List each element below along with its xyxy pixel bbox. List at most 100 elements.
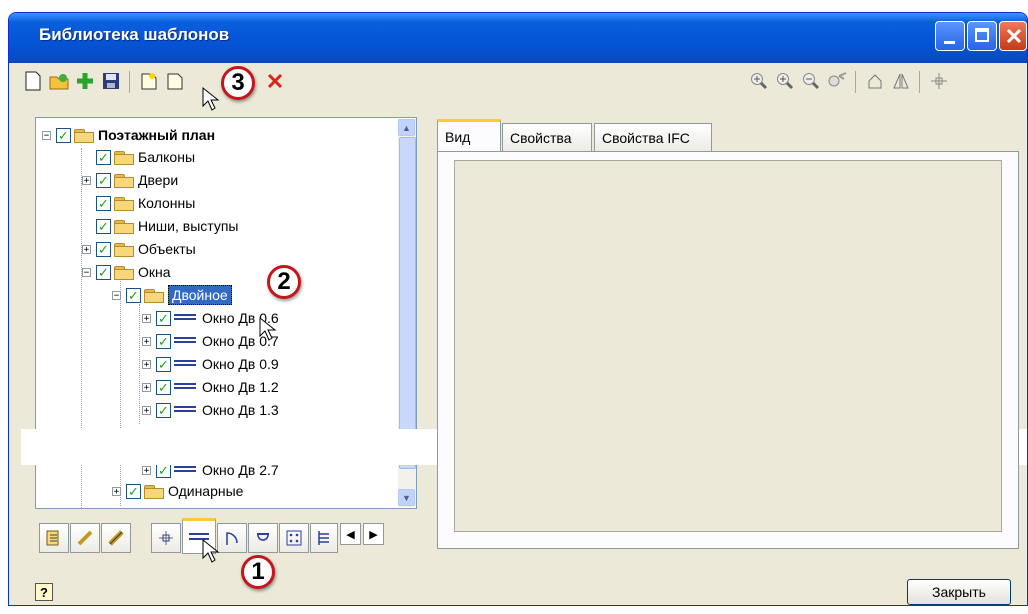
line-icon[interactable] [70,523,100,553]
checkbox[interactable]: ✓ [156,402,171,418]
scroll-up-button[interactable]: ▲ [398,119,415,136]
tab-scroll-left-icon[interactable]: ◀ [340,523,361,545]
collapse-icon[interactable]: − [112,290,121,300]
tree-item[interactable]: ✓ Колонны [82,192,195,214]
column-icon[interactable] [151,523,181,553]
minimize-button[interactable] [935,21,965,51]
callout-label: 1 [251,558,265,585]
tab-scroll-right-icon[interactable]: ▶ [363,523,384,545]
checkbox[interactable]: ✓ [126,287,141,303]
callout-1: 1 [241,555,275,589]
mirror-icon[interactable] [889,69,913,93]
toolbar-separator [129,71,130,93]
tree-item[interactable]: + ✓ Окно Дв 1.2 [142,376,279,398]
collapse-icon[interactable]: − [82,267,91,277]
pan-icon[interactable] [825,69,849,93]
grid-icon[interactable] [279,523,309,553]
collapse-icon[interactable]: − [42,130,51,140]
tree-item[interactable]: + ✓ Двери [82,169,178,191]
tab-view[interactable]: Вид [437,119,501,152]
maximize-button[interactable] [967,21,997,51]
expand-icon[interactable]: + [142,313,151,323]
add-icon[interactable] [73,69,97,93]
new-template-icon[interactable] [137,69,161,93]
open-icon[interactable] [47,69,71,93]
delete-icon[interactable] [263,69,287,93]
close-window-button[interactable] [999,21,1027,51]
callout-3: 3 [221,66,255,100]
stair-icon[interactable] [101,523,131,553]
tree-item[interactable]: ✓ Ниши, выступы [82,215,238,237]
rotate-icon[interactable] [863,69,887,93]
window-icon [174,405,198,415]
zoom-out-icon[interactable] [799,69,823,93]
expand-icon[interactable]: + [112,486,121,496]
tree-item-label: Окно Дв 1.2 [202,379,279,395]
expand-icon[interactable]: + [142,382,151,392]
checkbox[interactable]: ✓ [96,218,111,234]
cursor-icon [259,316,277,341]
scroll-thumb[interactable] [399,137,416,469]
tree-item-root[interactable]: − ✓ Поэтажный план [42,124,215,146]
folder-icon [144,288,164,303]
expand-icon[interactable]: + [82,175,91,185]
callout-label: 2 [277,268,291,295]
callout-2: 2 [267,265,301,299]
expand-icon[interactable]: + [142,405,151,415]
close-button[interactable]: Закрыть [907,579,1011,605]
folder-icon [74,128,94,143]
tree-item-label: Колонны [138,195,196,211]
checkbox[interactable]: ✓ [96,149,111,165]
zoom-in-icon[interactable] [773,69,797,93]
checkbox[interactable]: ✓ [156,310,171,326]
origin-icon[interactable] [927,69,951,93]
tab-ifc-properties[interactable]: Свойства IFC [594,123,712,151]
callout-label: 3 [231,69,245,96]
tree-item-label: Окно Дв 1.3 [202,402,279,418]
checkbox[interactable]: ✓ [156,333,171,349]
folder-icon [114,173,134,188]
window-icon [174,359,198,369]
copy-template-icon[interactable] [163,69,187,93]
checkbox[interactable]: ✓ [96,241,111,257]
window-icon [174,336,198,346]
tab-properties[interactable]: Свойства [502,123,592,151]
tree-item[interactable]: + ✓ Окно Дв 1.3 [142,399,279,421]
checkbox[interactable]: ✓ [96,264,111,280]
tree-item-selected[interactable]: − ✓ Двойное [112,284,232,306]
tab-label: Свойства IFC [602,129,690,146]
tree-item[interactable]: + ✓ Объекты [82,238,196,260]
expand-icon[interactable]: + [142,359,151,369]
save-icon[interactable] [99,69,123,93]
checkbox[interactable]: ✓ [96,172,111,188]
checkbox[interactable]: ✓ [156,379,171,395]
checkbox[interactable]: ✓ [56,127,71,143]
title-bar[interactable]: Библиотека шаблонов [9,13,1027,63]
tree-item[interactable]: − ✓ Окна [82,261,171,283]
expand-icon[interactable]: + [142,336,151,346]
checkbox[interactable]: ✓ [126,483,141,499]
tree-item[interactable]: ✓ Балконы [82,146,195,168]
checkbox[interactable]: ✓ [96,195,111,211]
door-icon[interactable] [217,523,247,553]
tree-item[interactable]: + ✓ Одинарные [112,482,243,500]
tree-guide-line [120,276,121,506]
expand-icon[interactable]: + [142,465,151,475]
window-icon [174,465,198,475]
help-icon[interactable]: ? [35,583,53,601]
tree-guide-line [139,304,140,424]
wall-icon[interactable] [39,523,69,553]
lamp-icon[interactable] [248,523,278,553]
preview-canvas[interactable] [454,160,1002,532]
zoom-window-icon[interactable] [747,69,771,93]
expand-icon[interactable]: + [82,244,91,254]
list-icon[interactable] [310,523,338,553]
window-icon [174,382,198,392]
tab-label: Свойства [510,129,572,146]
cursor-icon [202,86,220,111]
scroll-down-button[interactable]: ▼ [398,489,415,506]
tree-item[interactable]: + ✓ Окно Дв 0.9 [142,353,279,375]
new-doc-icon[interactable] [21,69,45,93]
checkbox[interactable]: ✓ [156,356,171,372]
window-icon [174,313,198,323]
